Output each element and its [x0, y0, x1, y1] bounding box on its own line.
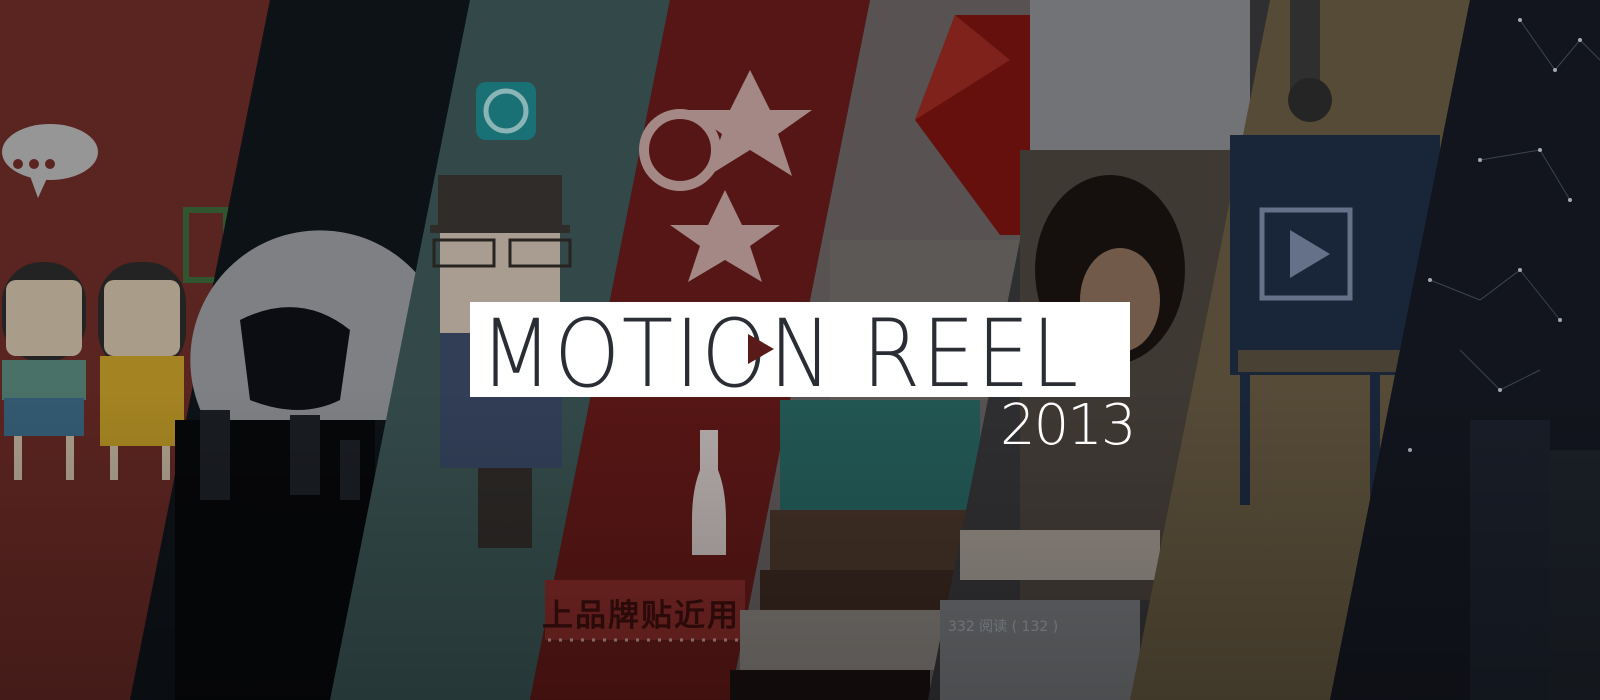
- title-text: MOTION REEL: [480, 302, 1080, 397]
- motion-reel-banner: ￣▽￣)ノ 上品牌贴近用 332 阅读 ( 132 ) MOTION REEL …: [0, 0, 1600, 700]
- year-text: 2013: [1000, 393, 1137, 458]
- panel-slogan-text: 上品牌贴近用: [542, 598, 740, 634]
- panel-emoticon-text: ￣▽￣)ノ: [1045, 123, 1104, 139]
- title-banner: MOTION REEL: [470, 302, 1130, 397]
- panel-read-count-text: 332 阅读 ( 132 ): [948, 619, 1059, 635]
- title-svg: MOTION REEL: [478, 302, 1080, 397]
